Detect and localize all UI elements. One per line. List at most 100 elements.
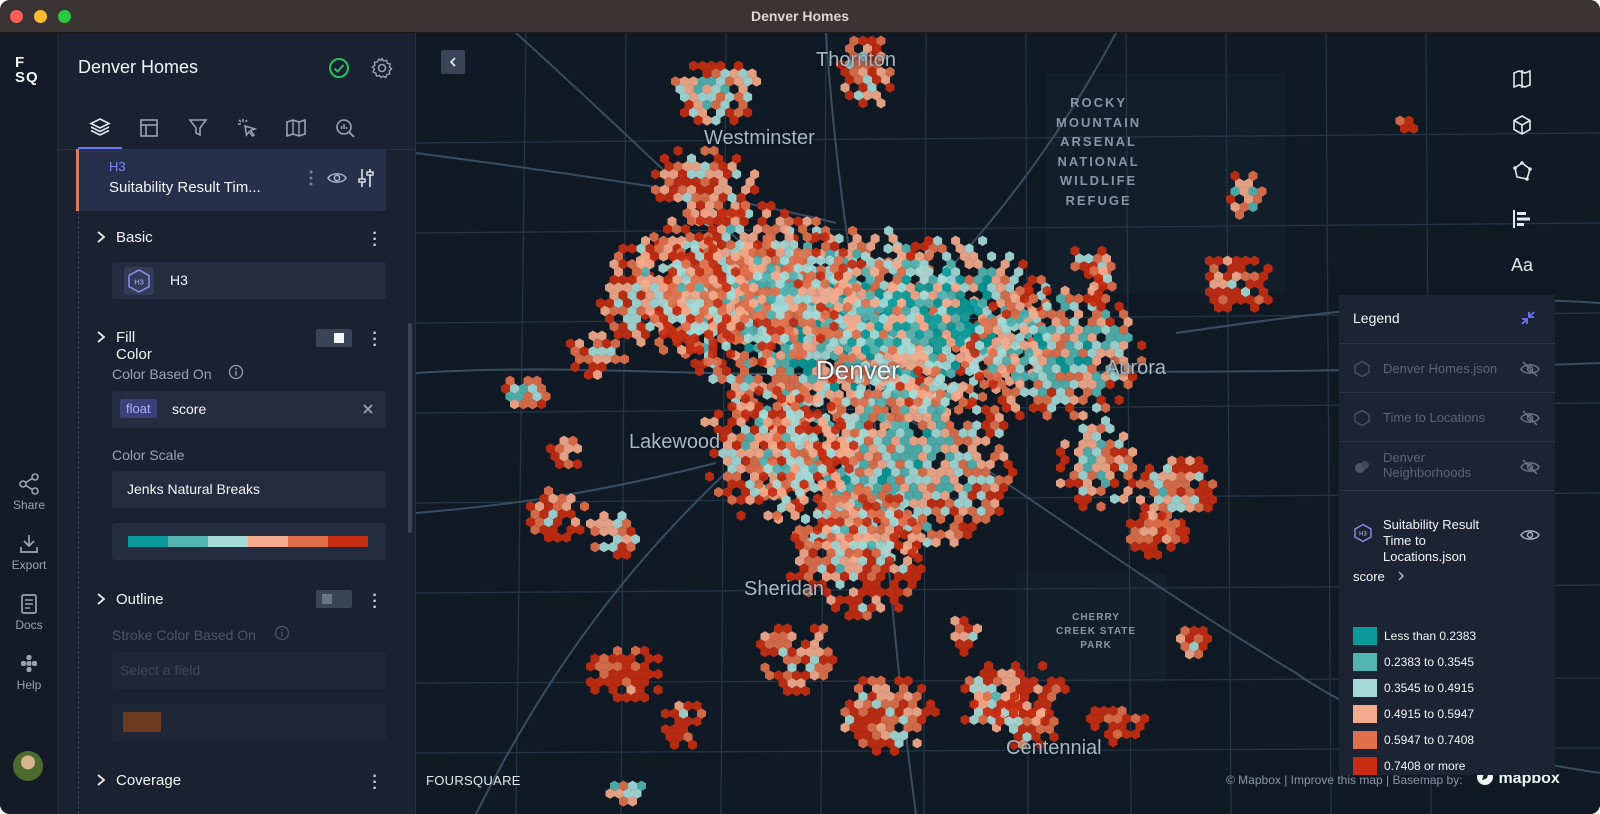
info-icon[interactable]	[228, 364, 244, 380]
user-avatar[interactable]	[13, 751, 43, 781]
outline-toggle-knob	[322, 594, 332, 604]
logo-line-1: F	[15, 54, 26, 71]
legend-layer-row[interactable]: Denver Homes.json	[1339, 344, 1555, 393]
layer-type-selector[interactable]: H3 H3	[112, 262, 386, 299]
legend-swatch	[1353, 731, 1377, 749]
docs-button[interactable]: Docs	[0, 593, 58, 632]
section-outline-label: Outline	[116, 591, 164, 608]
legend-swatch	[1353, 705, 1377, 723]
filter-icon	[188, 119, 208, 137]
place-label-lakewood: Lakewood	[629, 431, 721, 453]
draw-button[interactable]	[1500, 151, 1544, 191]
color-field-selector[interactable]: float score	[112, 391, 386, 428]
tab-basemap[interactable]	[274, 107, 318, 149]
color-scale-value: Jenks Natural Breaks	[127, 481, 261, 497]
map-attribution[interactable]: © Mapbox | Improve this map | Basemap by…	[1226, 773, 1463, 787]
legend-title: Legend	[1353, 310, 1400, 326]
color-field-value: score	[172, 401, 207, 417]
fill-color-menu-icon[interactable]: · · ·	[370, 326, 380, 354]
clear-field-icon[interactable]	[362, 403, 374, 415]
eye-icon[interactable]	[1520, 526, 1540, 544]
h3-hexagon-icon: H3	[1354, 523, 1372, 543]
layer-panel: Denver Homes H3 Suitability Result Tim..…	[58, 33, 416, 814]
help-button[interactable]: Help	[0, 653, 58, 692]
legend-layer-name: Time to Locations	[1383, 410, 1486, 425]
outline-toggle[interactable]	[316, 590, 352, 608]
place-label-centennial: Centennial	[1006, 737, 1102, 759]
section-fill-color-label: Fill Color	[116, 329, 152, 363]
collapse-legend-icon[interactable]	[1520, 310, 1536, 326]
title-bar: Denver Homes	[0, 0, 1600, 33]
refuge-line-6: REFUGE	[1065, 192, 1132, 208]
color-palette-bar	[128, 536, 368, 547]
collapse-panel-button[interactable]	[441, 50, 465, 74]
place-label-sheridan: Sheridan	[744, 578, 825, 600]
chevron-right-icon	[97, 231, 106, 243]
color-palette-selector[interactable]	[112, 523, 386, 560]
legend-item-label: 0.2383 to 0.3545	[1384, 655, 1475, 669]
split-map-button[interactable]	[1500, 59, 1544, 99]
palette-step	[288, 536, 328, 547]
place-label-cherry-creek: CHERRY CREEK STATE PARK	[1056, 611, 1136, 653]
tab-table[interactable]	[127, 107, 171, 149]
legend-panel: Legend Denver Homes.json Time to Locatio…	[1339, 295, 1555, 775]
section-coverage-label: Coverage	[116, 772, 182, 789]
palette-step	[248, 536, 288, 547]
refuge-line-2: MOUNTAIN	[1056, 114, 1142, 130]
palette-step	[328, 536, 368, 547]
tab-layers[interactable]	[78, 107, 122, 149]
layer-card[interactable]: H3 Suitability Result Tim...	[76, 149, 386, 211]
3d-view-button[interactable]	[1500, 105, 1544, 145]
tab-analysis[interactable]	[323, 107, 367, 149]
legend-item-label: 0.4915 to 0.5947	[1384, 707, 1475, 721]
fill-color-toggle-knob	[334, 333, 344, 343]
layer-menu-icon[interactable]	[307, 169, 315, 187]
legend-layer-row[interactable]: Time to Locations	[1339, 393, 1555, 442]
coverage-menu-icon[interactable]: · · ·	[370, 769, 380, 797]
refuge-line-1: ROCKY	[1070, 95, 1128, 110]
eye-icon[interactable]	[327, 169, 347, 187]
cherry-line-1: CHERRY	[1072, 612, 1120, 623]
legend-swatch	[1353, 757, 1377, 775]
layer-settings-sliders-icon[interactable]	[357, 167, 375, 189]
layers-icon	[89, 118, 111, 136]
fill-color-toggle[interactable]	[316, 329, 352, 347]
map-labels-button[interactable]: Aa	[1500, 245, 1544, 285]
info-icon	[274, 625, 290, 641]
legend-toggle-button[interactable]	[1500, 199, 1544, 239]
palette-step	[208, 536, 248, 547]
legend-layer-name: Denver Homes.json	[1383, 361, 1498, 376]
place-label-westminster: Westminster	[704, 127, 815, 149]
legend-field-label[interactable]: score	[1353, 569, 1406, 584]
color-scale-label: Color Scale	[112, 447, 185, 463]
eye-off-icon[interactable]	[1520, 409, 1540, 427]
tab-interactions[interactable]	[225, 107, 269, 149]
cherry-line-3: PARK	[1080, 640, 1112, 651]
map-canvas[interactable]: Thornton Westminster Denver Aurora Lakew…	[416, 33, 1600, 814]
export-button[interactable]: Export	[0, 533, 58, 572]
legend-field-name: score	[1353, 569, 1385, 584]
outline-menu-icon[interactable]: · · ·	[370, 588, 380, 616]
share-button[interactable]: Share	[0, 473, 58, 512]
layer-type-label: H3	[109, 159, 126, 174]
refuge-line-4: NATIONAL	[1057, 153, 1140, 169]
foursquare-logo[interactable]: F SQ	[15, 55, 39, 85]
basic-menu-icon[interactable]: · · ·	[370, 226, 380, 254]
docs-icon	[21, 594, 37, 614]
color-scale-selector[interactable]: Jenks Natural Breaks	[112, 471, 386, 508]
share-label: Share	[12, 498, 46, 512]
gear-icon[interactable]	[370, 56, 394, 80]
project-title[interactable]: Denver Homes	[78, 57, 198, 78]
stroke-color-based-on-label: Stroke Color Based On	[112, 627, 256, 643]
legend-item-label: Less than 0.2383	[1384, 629, 1477, 643]
panel-scrollbar[interactable]	[408, 323, 412, 533]
legend-layer-row[interactable]: Denver Neighborhoods	[1339, 442, 1555, 491]
eye-off-icon[interactable]	[1520, 360, 1540, 378]
color-based-on-label: Color Based On	[112, 366, 212, 382]
text-labels-icon: Aa	[1510, 254, 1534, 275]
eye-off-icon[interactable]	[1520, 458, 1540, 476]
chevron-right-icon	[97, 774, 106, 786]
foursquare-watermark: FOURSQUARE	[426, 773, 521, 788]
tab-filters[interactable]	[176, 107, 220, 149]
legend-swatch	[1353, 653, 1377, 671]
